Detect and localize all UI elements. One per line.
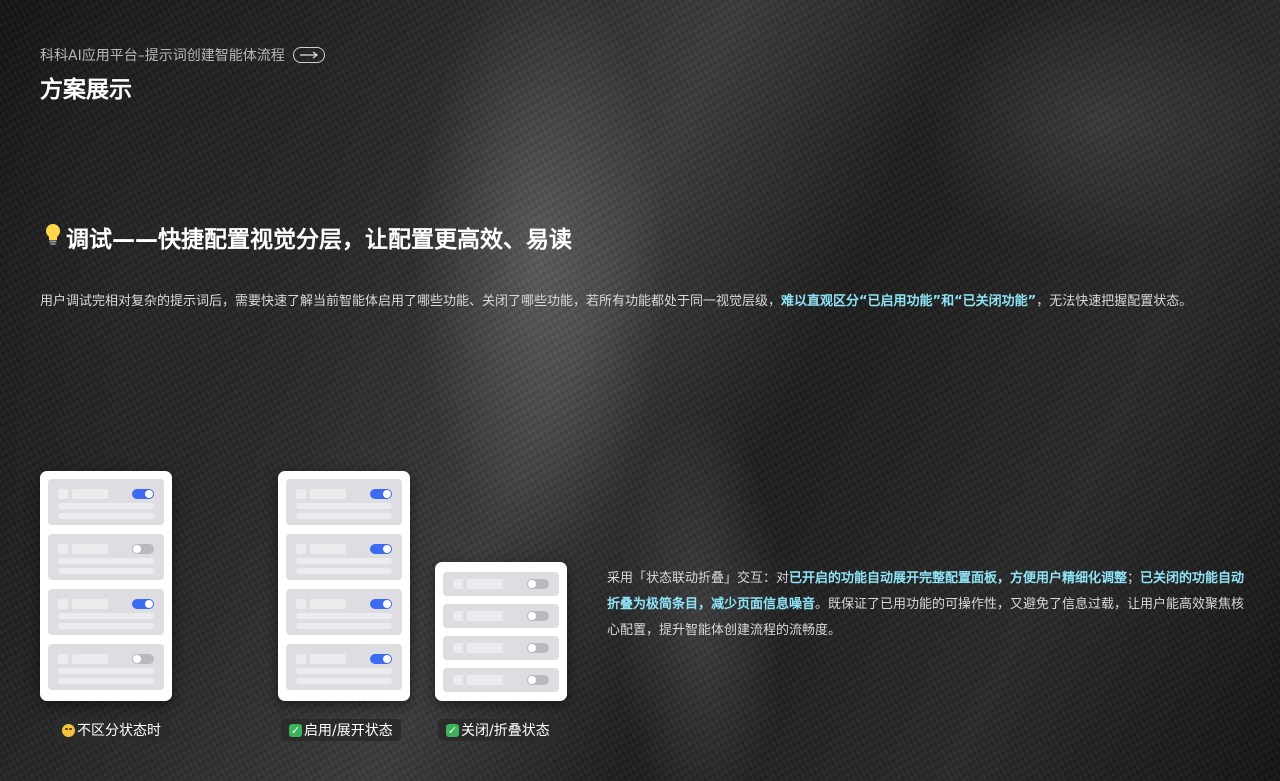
row-line xyxy=(58,568,154,574)
row-title xyxy=(72,654,108,664)
row-line xyxy=(58,613,154,619)
row-title xyxy=(467,579,503,589)
desc-part-1: 采用「状态联动折叠」交互：对 xyxy=(607,571,790,586)
row-icon xyxy=(296,599,306,609)
caption-text: 不区分状态时 xyxy=(77,723,161,739)
config-row-collapsed xyxy=(443,636,559,660)
row-line xyxy=(296,558,392,564)
page-title: 方案展示 xyxy=(40,77,132,103)
config-row xyxy=(48,479,164,525)
intro-plain: 用户调试完相对复杂的提示词后，需要快速了解当前智能体启用了哪些功能、关闭了哪些功… xyxy=(40,294,782,309)
row-line xyxy=(58,678,154,684)
row-icon xyxy=(296,544,306,554)
neutral-face-icon xyxy=(62,723,75,737)
desc-part-2: ； xyxy=(1127,571,1141,586)
config-row xyxy=(286,589,402,635)
config-row-collapsed xyxy=(443,668,559,692)
row-title xyxy=(467,643,503,653)
row-line xyxy=(296,568,392,574)
row-line xyxy=(296,678,392,684)
toggle-switch[interactable] xyxy=(527,611,549,621)
row-line xyxy=(296,503,392,509)
mockup-card-collapsed xyxy=(435,562,567,701)
breadcrumb: 科科AI应用平台–提示词创建智能体流程 xyxy=(40,45,325,65)
arrow-right-icon[interactable] xyxy=(292,47,325,63)
row-title xyxy=(72,599,108,609)
desc-highlight-1: 已开启的功能自动展开完整配置面板，方便用户精细化调整 xyxy=(789,571,1128,586)
row-line xyxy=(296,668,392,674)
row-icon xyxy=(453,579,463,589)
row-line xyxy=(58,503,154,509)
toggle-switch[interactable] xyxy=(132,489,154,499)
toggle-switch[interactable] xyxy=(527,675,549,685)
config-row-collapsed xyxy=(443,572,559,596)
config-row xyxy=(48,534,164,580)
config-row xyxy=(286,534,402,580)
toggle-switch[interactable] xyxy=(132,654,154,664)
mockup-card-undifferentiated xyxy=(40,471,172,701)
row-title xyxy=(72,544,108,554)
row-icon xyxy=(58,544,68,554)
toggle-switch[interactable] xyxy=(370,489,392,499)
toggle-switch[interactable] xyxy=(132,599,154,609)
background-texture xyxy=(0,0,1280,781)
row-title xyxy=(467,611,503,621)
section-heading: 调试——快捷配置视觉分层，让配置更高效、易读 xyxy=(42,220,572,254)
row-line xyxy=(58,558,154,564)
caption-expanded: ✓ 启用/展开状态 xyxy=(281,719,401,741)
intro-paragraph: 用户调试完相对复杂的提示词后，需要快速了解当前智能体启用了哪些功能、关闭了哪些功… xyxy=(40,288,1220,315)
row-title xyxy=(310,489,346,499)
check-mark-icon: ✓ xyxy=(289,723,302,737)
caption-text: 启用/展开状态 xyxy=(304,723,393,739)
toggle-switch[interactable] xyxy=(527,579,549,589)
toggle-switch[interactable] xyxy=(132,544,154,554)
row-title xyxy=(467,675,503,685)
toggle-switch[interactable] xyxy=(370,599,392,609)
mockup-card-expanded xyxy=(278,471,410,701)
row-line xyxy=(296,613,392,619)
row-line xyxy=(58,513,154,519)
toggle-switch[interactable] xyxy=(370,544,392,554)
row-icon xyxy=(453,643,463,653)
row-line xyxy=(58,668,154,674)
solution-description: 采用「状态联动折叠」交互：对已开启的功能自动展开完整配置面板，方便用户精细化调整… xyxy=(607,566,1257,644)
caption-undifferentiated: 不区分状态时 xyxy=(54,719,169,741)
toggle-switch[interactable] xyxy=(370,654,392,664)
intro-tail: ，无法快速把握配置状态。 xyxy=(1036,294,1193,309)
breadcrumb-text: 科科AI应用平台–提示词创建智能体流程 xyxy=(40,48,285,64)
row-icon xyxy=(58,599,68,609)
config-row-collapsed xyxy=(443,604,559,628)
caption-text: 关闭/折叠状态 xyxy=(461,723,550,739)
section-heading-text: 调试——快捷配置视觉分层，让配置更高效、易读 xyxy=(66,227,572,253)
row-icon xyxy=(296,654,306,664)
intro-highlight: 难以直观区分“已启用功能”和“已关闭功能” xyxy=(781,294,1037,309)
config-row xyxy=(286,644,402,690)
config-row xyxy=(286,479,402,525)
row-line xyxy=(296,513,392,519)
light-bulb-icon xyxy=(42,222,64,252)
row-icon xyxy=(453,611,463,621)
toggle-switch[interactable] xyxy=(527,643,549,653)
row-title xyxy=(310,599,346,609)
row-title xyxy=(72,489,108,499)
row-title xyxy=(310,544,346,554)
row-icon xyxy=(58,489,68,499)
caption-collapsed: ✓ 关闭/折叠状态 xyxy=(438,719,558,741)
check-mark-icon: ✓ xyxy=(446,723,459,737)
row-icon xyxy=(58,654,68,664)
row-line xyxy=(296,623,392,629)
config-row xyxy=(48,589,164,635)
row-line xyxy=(58,623,154,629)
row-icon xyxy=(453,675,463,685)
row-title xyxy=(310,654,346,664)
config-row xyxy=(48,644,164,690)
row-icon xyxy=(296,489,306,499)
